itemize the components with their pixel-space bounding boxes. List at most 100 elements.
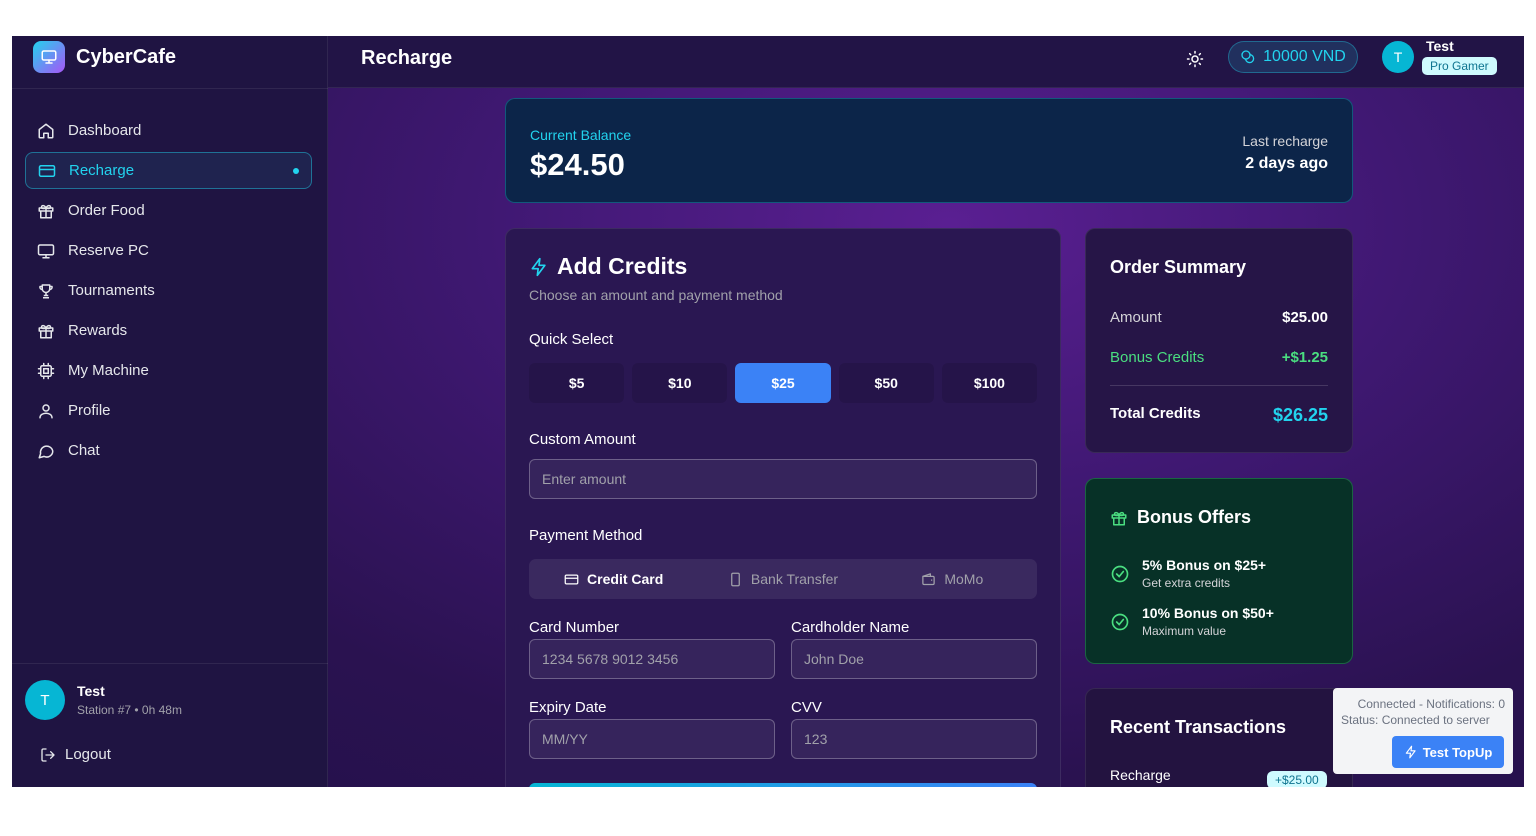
sidebar-item-dashboard[interactable]: Dashboard [25,112,312,149]
card-number-input[interactable]: 1234 5678 9012 3456 [529,639,775,679]
tab-label: Credit Card [587,571,664,587]
offer-subtitle: Get extra credits [1142,576,1231,590]
offer-title: 5% Bonus on $25+ [1142,557,1267,573]
logout-icon [41,747,55,762]
monitor-logo-icon [33,41,65,73]
add-credits-title: Add Credits [529,253,687,280]
user-name: Test [77,683,105,699]
sidebar-item-label: Rewards [68,322,128,339]
expiry-date-input[interactable]: MM/YY [529,719,775,759]
test-topup-label: Test TopUp [1422,744,1493,760]
sidebar-item-label: Tournaments [68,282,155,299]
offer-subtitle: Maximum value [1142,624,1227,638]
gift-icon [1111,511,1127,525]
brand[interactable]: CyberCafe [33,41,176,73]
credit-card-icon [564,574,579,584]
add-credits-subtitle: Choose an amount and payment method [529,287,783,303]
add-credits-title-text: Add Credits [557,253,688,279]
sidebar-item-my-machine[interactable]: My Machine [25,352,312,389]
sidebar-item-recharge[interactable]: Recharge [25,152,312,189]
sidebar-item-label: Reserve PC [68,242,149,259]
sidebar-item-reserve-pc[interactable]: Reserve PC [25,232,312,269]
sidebar-item-label: Profile [68,402,111,419]
sidebar-item-label: Dashboard [68,122,142,139]
balance-amount: $24.50 [530,147,625,182]
transaction-amount-badge: +$25.00 [1267,771,1327,787]
sidebar-nav: Dashboard Recharge Order Food Reserve PC… [25,112,312,472]
chat-icon [38,444,54,458]
sidebar-item-profile[interactable]: Profile [25,392,312,429]
wallet-icon [922,572,936,585]
bonus-offers-card: Bonus Offers 5% Bonus on $25+ Get extra … [1085,478,1353,664]
recent-transactions-title: Recent Transactions [1110,717,1287,737]
summary-bonus-value: +$1.25 [1281,349,1328,366]
expiry-date-label: Expiry Date [529,699,607,716]
add-credits-card: Add Credits Choose an amount and payment… [505,228,1061,787]
current-balance-card: Current Balance $24.50 Last recharge 2 d… [505,98,1353,203]
toast-status-text: Status: Connected to server [1341,713,1490,727]
sidebar-item-label: Order Food [68,202,145,219]
logout-button[interactable]: Logout [40,746,111,763]
offer-item: 10% Bonus on $50+ Maximum value [1110,605,1274,638]
cardholder-name-input[interactable]: John Doe [791,639,1037,679]
user-card: T Test Station #7 • 0h 48m [25,680,182,720]
custom-amount-input[interactable]: Enter amount [529,459,1037,499]
quick-amount-10-button[interactable]: $10 [632,363,728,403]
monitor-icon [37,243,55,258]
cardholder-name-label: Cardholder Name [791,619,910,636]
bonus-offers-title-text: Bonus Offers [1137,507,1252,527]
last-recharge-label: Last recharge [1242,133,1328,149]
balance-value: 10000 VND [1263,48,1346,65]
card-number-label: Card Number [529,619,620,636]
cvv-input[interactable]: 123 [791,719,1037,759]
header-user-info[interactable]: Test Pro Gamer [1422,38,1497,75]
sidebar-item-order-food[interactable]: Order Food [25,192,312,229]
brand-name: CyberCafe [76,45,177,68]
lightning-icon [1405,745,1416,759]
sidebar: CyberCafe Dashboard Recharge Order Food … [12,36,328,787]
connection-status-toast: Connected - Notifications: 0 Status: Con… [1333,688,1513,774]
quick-amount-50-button[interactable]: $50 [838,363,934,403]
sidebar-item-rewards[interactable]: Rewards [25,312,312,349]
balance-pill[interactable]: 10000 VND [1228,41,1358,73]
order-summary-card: Order Summary Amount $25.00 Bonus Credit… [1085,228,1353,453]
app-window: CyberCafe Dashboard Recharge Order Food … [12,36,1524,787]
summary-total-label: Total Credits [1110,405,1201,422]
summary-divider [1110,385,1328,386]
sidebar-item-chat[interactable]: Chat [25,432,312,469]
sidebar-item-tournaments[interactable]: Tournaments [25,272,312,309]
theme-toggle-button[interactable] [1183,47,1207,71]
recent-transactions-card: Recent Transactions Recharge +$25.00 [1085,688,1353,787]
user-tier-badge: Pro Gamer [1422,57,1497,75]
tab-label: MoMo [944,571,984,587]
page-title: Recharge [361,47,453,69]
tab-bank-transfer[interactable]: Bank Transfer [698,559,867,599]
payment-method-label: Payment Method [529,527,643,544]
test-topup-button[interactable]: Test TopUp [1392,736,1504,768]
quick-amount-25-button[interactable]: $25 [735,363,831,403]
summary-amount-row: Amount $25.00 [1110,309,1328,326]
sidebar-item-label: My Machine [68,362,149,379]
order-summary-title: Order Summary [1110,257,1247,277]
quick-amount-5-button[interactable]: $5 [529,363,625,403]
top-header: Recharge 10000 VND T Test Pro Gamer [328,36,1524,88]
sidebar-item-label: Recharge [69,162,135,179]
offer-item: 5% Bonus on $25+ Get extra credits [1110,557,1266,590]
submit-payment-button[interactable] [529,783,1037,787]
tab-credit-card[interactable]: Credit Card [529,559,698,599]
check-circle-icon [1111,613,1129,630]
summary-total-value: $26.25 [1272,405,1328,425]
summary-bonus-label: Bonus Credits [1110,349,1205,366]
trophy-icon [39,283,53,298]
header-avatar[interactable]: T [1382,41,1414,73]
last-recharge-value: 2 days ago [1245,155,1328,172]
user-icon [39,403,53,418]
quick-amount-100-button[interactable]: $100 [941,363,1038,403]
tab-momo[interactable]: MoMo [868,559,1037,599]
gift-icon [38,324,54,338]
summary-amount-label: Amount [1110,309,1162,326]
bonus-offers-title: Bonus Offers [1110,507,1251,528]
credit-card-icon [38,164,56,177]
sidebar-divider [12,88,328,89]
gift-icon [38,204,54,218]
